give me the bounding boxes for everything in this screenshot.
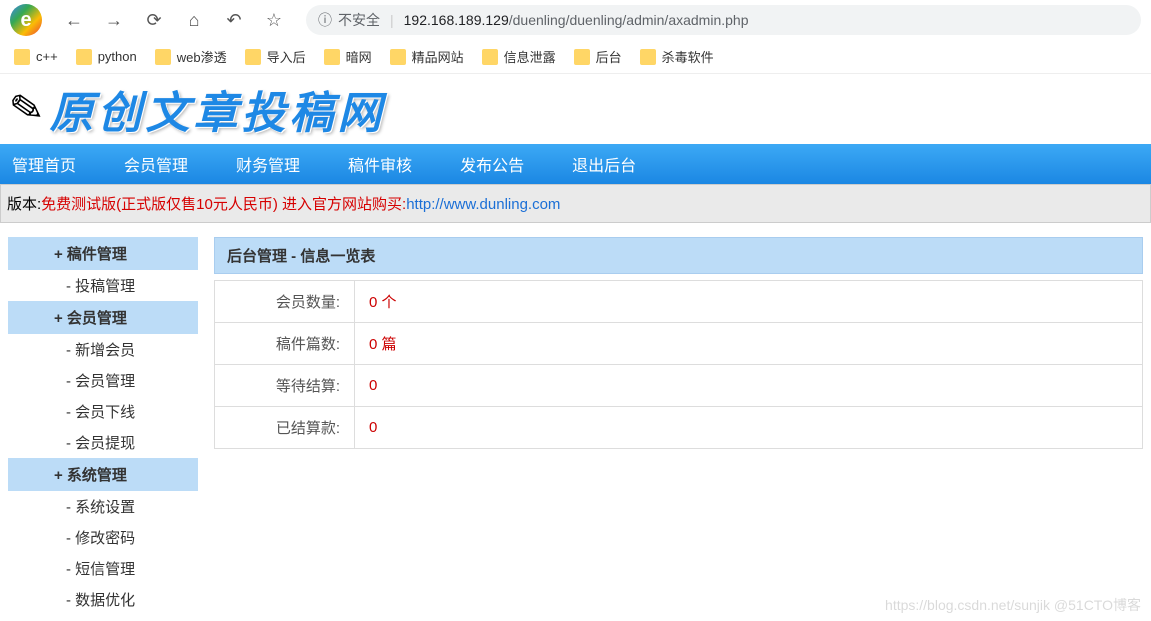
- sidebar-item[interactable]: - 修改密码: [8, 522, 198, 553]
- info-value: 0: [355, 407, 1143, 449]
- folder-icon: [574, 49, 590, 65]
- security-label: 不安全: [338, 10, 380, 30]
- table-row: 等待结算:0: [215, 365, 1143, 407]
- bookmark-item[interactable]: 杀毒软件: [640, 47, 714, 66]
- bookmark-label: 精品网站: [412, 47, 464, 66]
- nav-link[interactable]: 发布公告: [460, 152, 524, 176]
- bookmark-item[interactable]: web渗透: [155, 47, 227, 66]
- info-value: 0 篇: [355, 323, 1143, 365]
- panel-title: 后台管理 - 信息一览表: [214, 237, 1143, 274]
- main-panel: 后台管理 - 信息一览表 会员数量:0 个稿件篇数:0 篇等待结算:0已结算款:…: [214, 237, 1143, 615]
- bookmark-label: web渗透: [177, 47, 227, 66]
- nav-link[interactable]: 管理首页: [12, 152, 76, 176]
- info-label: 已结算款:: [215, 407, 355, 449]
- sidebar-item[interactable]: - 新增会员: [8, 334, 198, 365]
- folder-icon: [390, 49, 406, 65]
- nav-link[interactable]: 退出后台: [572, 152, 636, 176]
- version-prefix: 版本:: [7, 196, 41, 213]
- nav-link[interactable]: 财务管理: [236, 152, 300, 176]
- folder-icon: [76, 49, 92, 65]
- info-table: 会员数量:0 个稿件篇数:0 篇等待结算:0已结算款:0: [214, 280, 1143, 449]
- sidebar: + 稿件管理- 投稿管理+ 会员管理- 新增会员- 会员管理- 会员下线- 会员…: [8, 237, 198, 615]
- favorite-button[interactable]: ☆: [260, 6, 288, 34]
- home-button[interactable]: ⌂: [180, 6, 208, 34]
- reload-button[interactable]: ⟳: [140, 6, 168, 34]
- sidebar-item[interactable]: - 会员下线: [8, 396, 198, 427]
- chrome-icon: e: [10, 4, 42, 36]
- sidebar-item[interactable]: - 会员提现: [8, 427, 198, 458]
- sidebar-item[interactable]: - 数据优化: [8, 584, 198, 615]
- bookmark-label: 导入后: [267, 47, 306, 66]
- separator: |: [390, 12, 394, 28]
- content-area: + 稿件管理- 投稿管理+ 会员管理- 新增会员- 会员管理- 会员下线- 会员…: [0, 237, 1151, 615]
- bookmark-item[interactable]: 后台: [574, 47, 622, 66]
- version-note: 免费测试版(正式版仅售10元人民币) 进入官方网站购买:: [41, 196, 406, 213]
- forward-button[interactable]: →: [100, 6, 128, 34]
- main-nav: 管理首页 会员管理 财务管理 稿件审核 发布公告 退出后台: [0, 144, 1151, 184]
- folder-icon: [640, 49, 656, 65]
- info-label: 会员数量:: [215, 281, 355, 323]
- info-label: 等待结算:: [215, 365, 355, 407]
- url-host: 192.168.189.129: [404, 12, 509, 28]
- bookmark-item[interactable]: c++: [14, 49, 58, 65]
- info-icon: ⓘ: [318, 10, 332, 30]
- bookmark-item[interactable]: 导入后: [245, 47, 306, 66]
- nav-link[interactable]: 稿件审核: [348, 152, 412, 176]
- browser-toolbar: e ← → ⟳ ⌂ ↶ ☆ ⓘ 不安全 | 192.168.189.129/du…: [0, 0, 1151, 40]
- version-bar: 版本:免费测试版(正式版仅售10元人民币) 进入官方网站购买:http://ww…: [0, 184, 1151, 223]
- sidebar-section-head[interactable]: + 会员管理: [8, 301, 198, 334]
- table-row: 稿件篇数:0 篇: [215, 323, 1143, 365]
- bookmark-label: python: [98, 49, 137, 64]
- table-row: 已结算款:0: [215, 407, 1143, 449]
- folder-icon: [482, 49, 498, 65]
- info-label: 稿件篇数:: [215, 323, 355, 365]
- bookmark-label: 后台: [596, 47, 622, 66]
- nav-link[interactable]: 会员管理: [124, 152, 188, 176]
- bookmark-label: c++: [36, 49, 58, 64]
- bookmark-item[interactable]: 暗网: [324, 47, 372, 66]
- logo-area: ✎ 原创文章投稿网: [0, 74, 1151, 144]
- url-path: /duenling/duenling/admin/axadmin.php: [509, 12, 749, 28]
- bookmark-label: 信息泄露: [504, 47, 556, 66]
- bookmark-item[interactable]: python: [76, 49, 137, 65]
- table-row: 会员数量:0 个: [215, 281, 1143, 323]
- sidebar-item[interactable]: - 短信管理: [8, 553, 198, 584]
- bookmark-item[interactable]: 精品网站: [390, 47, 464, 66]
- official-link[interactable]: http://www.dunling.com: [406, 196, 560, 213]
- address-bar[interactable]: ⓘ 不安全 | 192.168.189.129/duenling/duenlin…: [306, 5, 1141, 35]
- bookmark-label: 暗网: [346, 47, 372, 66]
- info-value: 0 个: [355, 281, 1143, 323]
- undo-button[interactable]: ↶: [220, 6, 248, 34]
- site-logo-text: 原创文章投稿网: [50, 77, 386, 141]
- folder-icon: [14, 49, 30, 65]
- sidebar-section-head[interactable]: + 系统管理: [8, 458, 198, 491]
- sidebar-item[interactable]: - 投稿管理: [8, 270, 198, 301]
- bookmark-item[interactable]: 信息泄露: [482, 47, 556, 66]
- folder-icon: [155, 49, 171, 65]
- info-value: 0: [355, 365, 1143, 407]
- sidebar-item[interactable]: - 会员管理: [8, 365, 198, 396]
- folder-icon: [245, 49, 261, 65]
- bookmarks-bar: c++ python web渗透 导入后 暗网 精品网站 信息泄露 后台 杀毒软件: [0, 40, 1151, 74]
- back-button[interactable]: ←: [60, 6, 88, 34]
- bookmark-label: 杀毒软件: [662, 47, 714, 66]
- pen-icon: ✎: [6, 83, 47, 134]
- folder-icon: [324, 49, 340, 65]
- sidebar-item[interactable]: - 系统设置: [8, 491, 198, 522]
- sidebar-section-head[interactable]: + 稿件管理: [8, 237, 198, 270]
